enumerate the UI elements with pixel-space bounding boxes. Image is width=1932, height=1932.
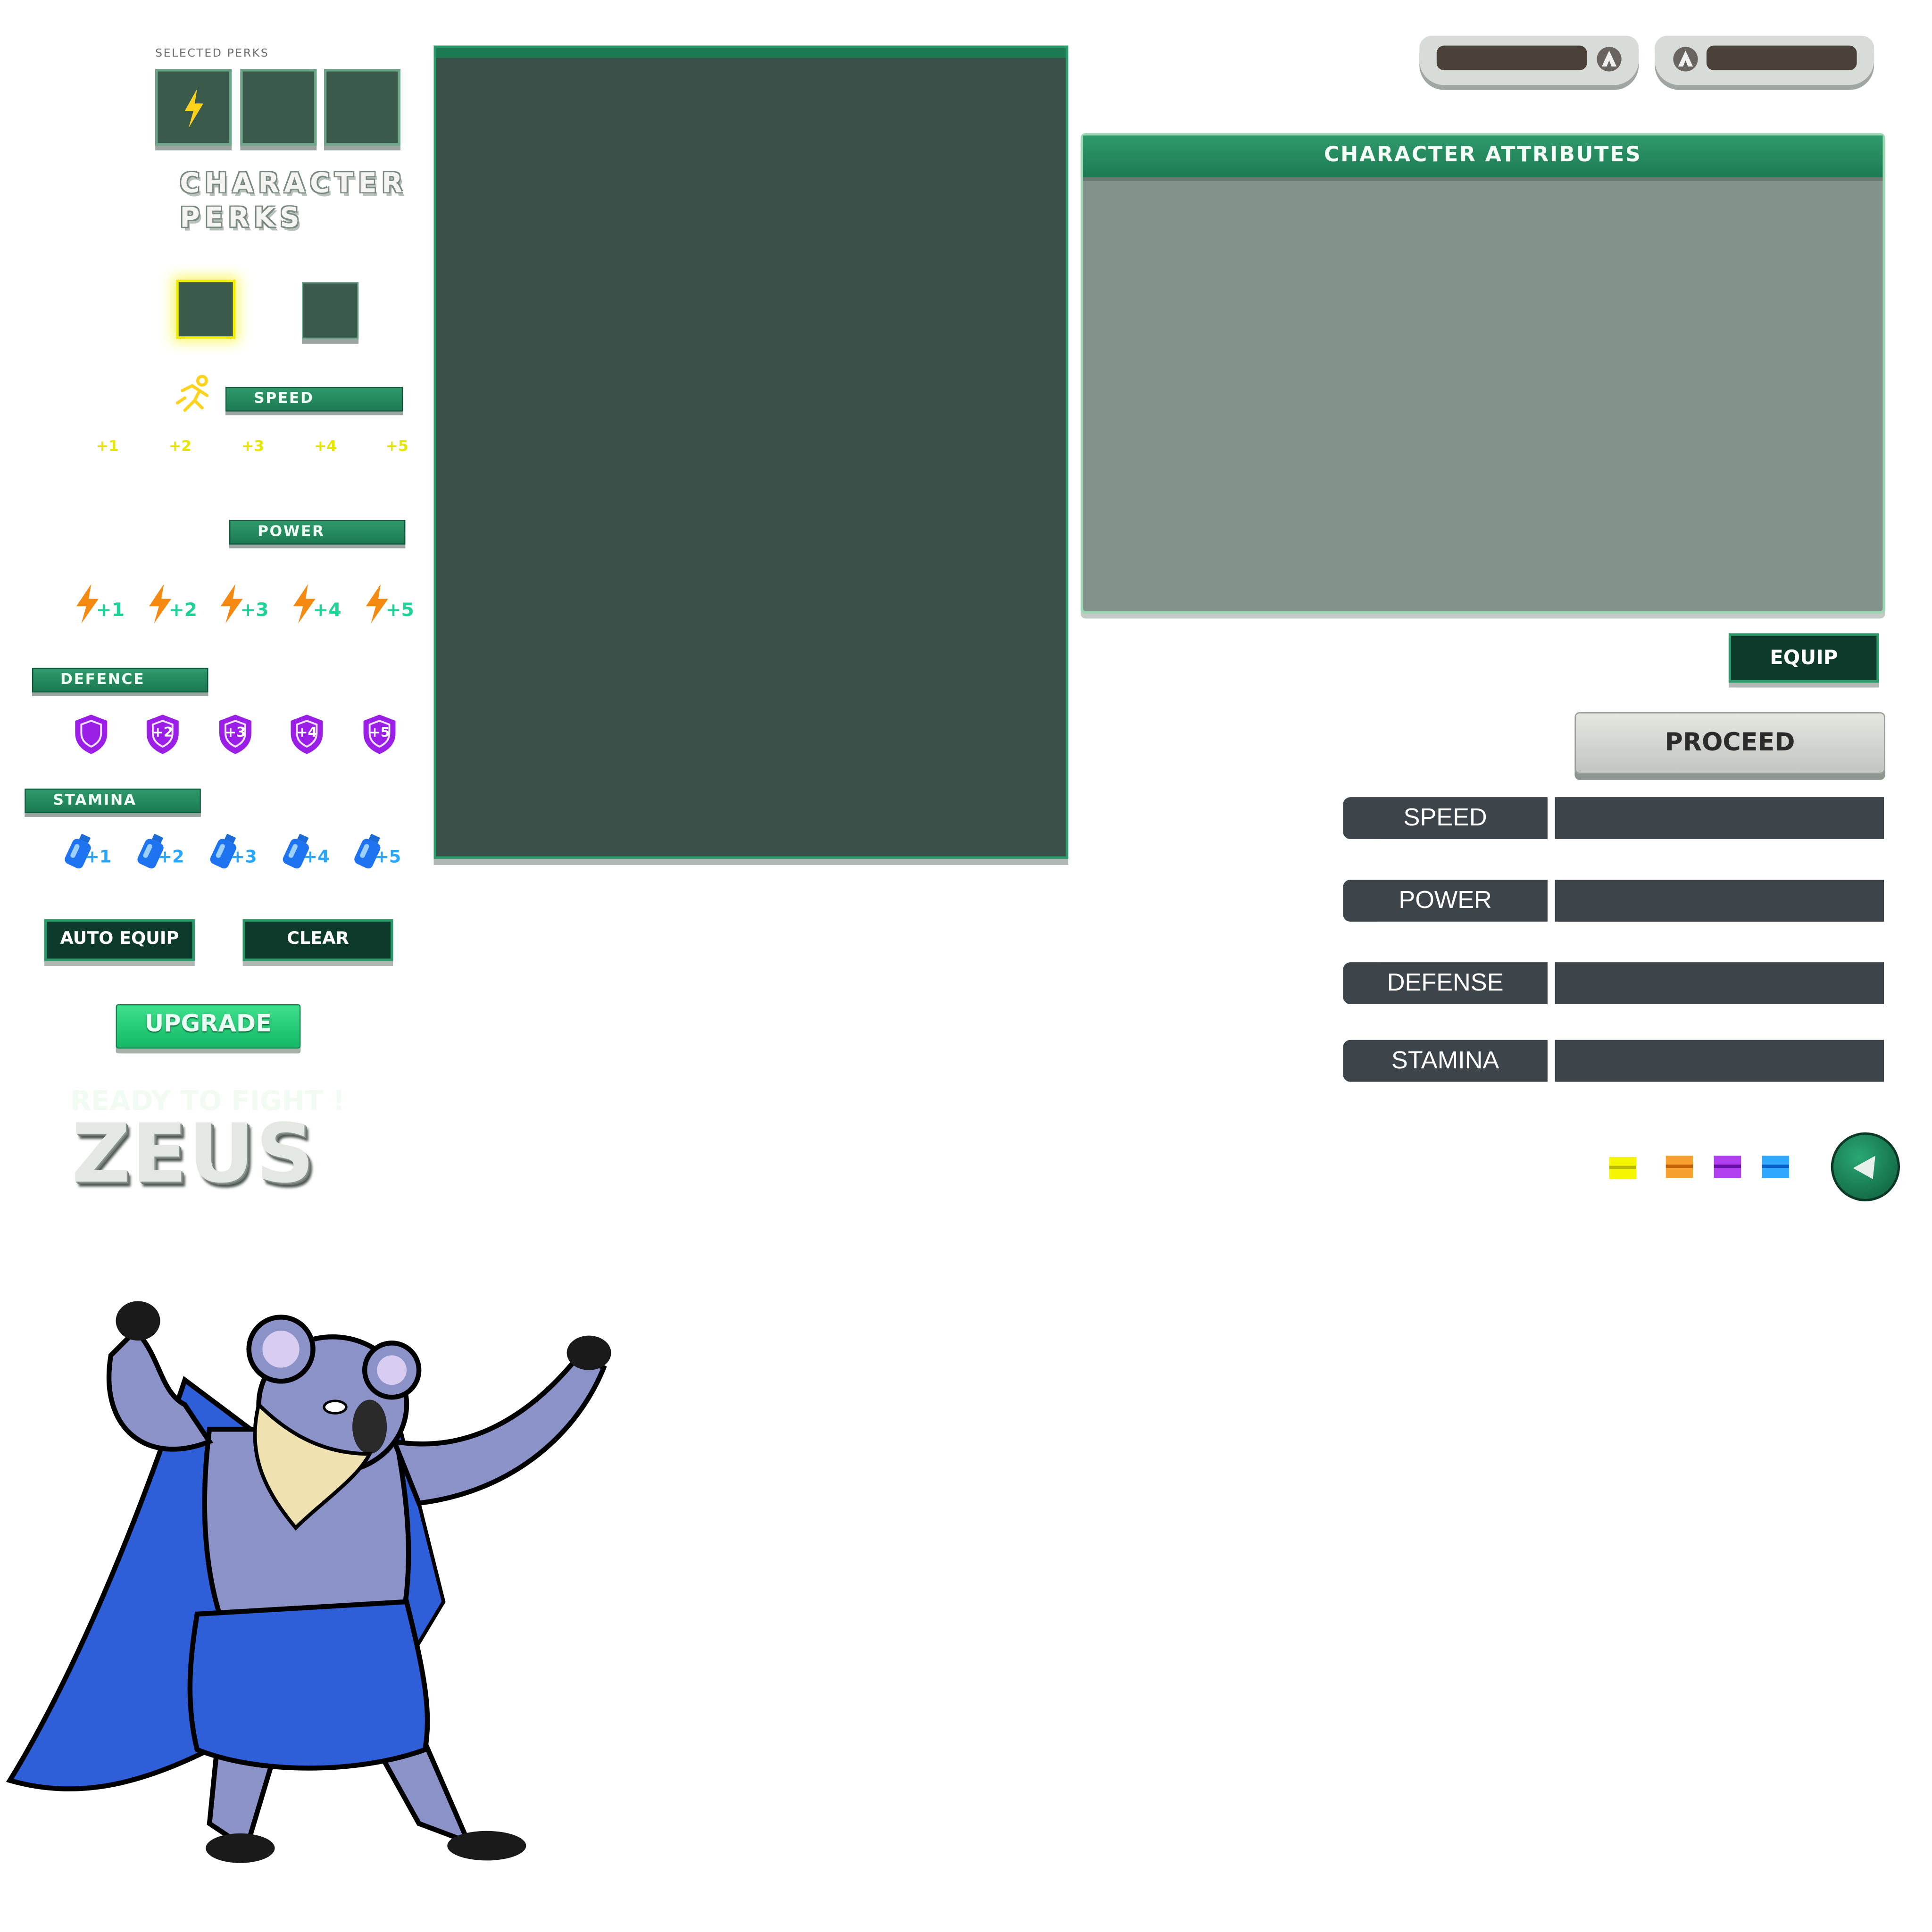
power-level-2-label: +2 bbox=[168, 599, 197, 621]
equip-button[interactable]: EQUIP bbox=[1728, 633, 1879, 683]
stamina-tag-label: STAMINA bbox=[53, 791, 137, 808]
speed-level-4[interactable]: +4 bbox=[314, 437, 337, 455]
proceed-button-label: PROCEED bbox=[1665, 727, 1795, 757]
stamina-level-3[interactable]: +3 bbox=[208, 833, 257, 875]
upgrade-button-label: UPGRADE bbox=[144, 1010, 272, 1038]
back-button[interactable] bbox=[1831, 1132, 1900, 1201]
stamina-tag: STAMINA bbox=[25, 788, 201, 814]
defence-level-4-label: +4 bbox=[296, 724, 317, 741]
auto-equip-button[interactable]: AUTO EQUIP bbox=[44, 919, 195, 961]
back-arrow-icon bbox=[1853, 1156, 1875, 1179]
power-level-3-label: +3 bbox=[240, 599, 269, 621]
stat-bar-power bbox=[1555, 880, 1884, 922]
perk-slot-highlighted[interactable] bbox=[176, 279, 235, 339]
selected-perk-slot-2[interactable] bbox=[240, 69, 317, 146]
stamina-level-2-label: +2 bbox=[158, 848, 184, 867]
attributes-panel-header: CHARACTER ATTRIBUTES bbox=[1083, 135, 1883, 181]
power-level-4[interactable]: +4 bbox=[291, 584, 341, 628]
character-art bbox=[6, 1301, 611, 1863]
power-tag: POWER bbox=[229, 520, 406, 545]
running-icon bbox=[175, 375, 209, 412]
power-level-1[interactable]: +1 bbox=[74, 584, 125, 628]
stamina-level-4-label: +4 bbox=[303, 848, 330, 867]
character-perks-title-line2: PERKS bbox=[180, 203, 305, 234]
defence-tag-label: DEFENCE bbox=[60, 670, 145, 688]
stat-label-speed: SPEED bbox=[1343, 797, 1548, 839]
shield-icon bbox=[75, 715, 108, 754]
speed-level-1[interactable]: +1 bbox=[96, 437, 119, 455]
swatch-orange[interactable] bbox=[1666, 1156, 1693, 1178]
character-name: ZEUS bbox=[71, 1106, 316, 1201]
defence-level-2[interactable]: +2 bbox=[144, 713, 181, 755]
power-tag-label: POWER bbox=[257, 522, 325, 540]
power-level-2[interactable]: +2 bbox=[147, 584, 197, 628]
selected-perk-slot-1[interactable] bbox=[155, 69, 232, 146]
power-level-1-label: +1 bbox=[96, 599, 125, 621]
currency-bar-2-fill bbox=[1706, 45, 1857, 70]
speed-tag: SPEED bbox=[225, 387, 403, 412]
selected-perk-slot-3[interactable] bbox=[324, 69, 400, 146]
defence-level-3[interactable]: +3 bbox=[217, 713, 254, 755]
perk-slot-normal[interactable] bbox=[301, 282, 359, 339]
speed-level-3[interactable]: +3 bbox=[242, 437, 264, 455]
stat-bar-speed bbox=[1555, 797, 1884, 839]
character-attributes-panel: CHARACTER ATTRIBUTES bbox=[1080, 133, 1885, 614]
stat-label-defense: DEFENSE bbox=[1343, 962, 1548, 1004]
swatch-blue[interactable] bbox=[1762, 1156, 1789, 1178]
currency-bar-2 bbox=[1655, 35, 1874, 85]
center-display-panel bbox=[433, 45, 1068, 859]
stamina-level-1[interactable]: +1 bbox=[63, 833, 112, 875]
stamina-level-1-label: +1 bbox=[85, 848, 112, 867]
stat-label-power: POWER bbox=[1343, 880, 1548, 922]
stamina-level-5[interactable]: +5 bbox=[352, 833, 401, 875]
stamina-level-4[interactable]: +4 bbox=[281, 833, 330, 875]
attributes-panel-title: CHARACTER ATTRIBUTES bbox=[1324, 143, 1642, 168]
stamina-level-2[interactable]: +2 bbox=[135, 833, 184, 875]
currency-icon bbox=[1597, 47, 1622, 72]
speed-tag-label: SPEED bbox=[254, 389, 314, 407]
defence-tag: DEFENCE bbox=[32, 667, 208, 693]
speed-level-2[interactable]: +2 bbox=[169, 437, 192, 455]
swatch-yellow[interactable] bbox=[1609, 1157, 1637, 1179]
power-level-5[interactable]: +5 bbox=[364, 584, 414, 628]
bolt-icon bbox=[184, 89, 204, 128]
defence-level-4[interactable]: +4 bbox=[288, 713, 325, 755]
stamina-level-5-label: +5 bbox=[375, 848, 401, 867]
proceed-button[interactable]: PROCEED bbox=[1574, 712, 1885, 774]
stamina-level-3-label: +3 bbox=[230, 848, 257, 867]
power-level-3[interactable]: +3 bbox=[218, 584, 269, 628]
defence-level-2-label: +2 bbox=[152, 724, 173, 741]
defence-level-1[interactable] bbox=[73, 713, 109, 755]
swatch-purple[interactable] bbox=[1714, 1156, 1741, 1178]
defence-level-5-label: +5 bbox=[369, 724, 390, 741]
center-panel-top-bar bbox=[436, 48, 1066, 58]
stat-label-stamina: STAMINA bbox=[1343, 1040, 1548, 1082]
selected-perks-label: SELECTED PERKS bbox=[155, 48, 269, 60]
upgrade-button[interactable]: UPGRADE bbox=[116, 1004, 301, 1049]
power-level-5-label: +5 bbox=[385, 599, 414, 621]
currency-bar-1 bbox=[1419, 35, 1639, 85]
currency-bar-1-fill bbox=[1436, 45, 1587, 70]
clear-button[interactable]: CLEAR bbox=[242, 919, 393, 961]
speed-level-5[interactable]: +5 bbox=[386, 437, 408, 455]
power-level-4-label: +4 bbox=[313, 599, 341, 621]
character-perks-title-line1: CHARACTER bbox=[180, 168, 408, 200]
stat-bar-defense bbox=[1555, 962, 1884, 1004]
stat-bar-stamina bbox=[1555, 1040, 1884, 1082]
defence-level-5[interactable]: +5 bbox=[361, 713, 398, 755]
defence-level-3-label: +3 bbox=[225, 724, 246, 741]
currency-icon bbox=[1673, 47, 1698, 72]
